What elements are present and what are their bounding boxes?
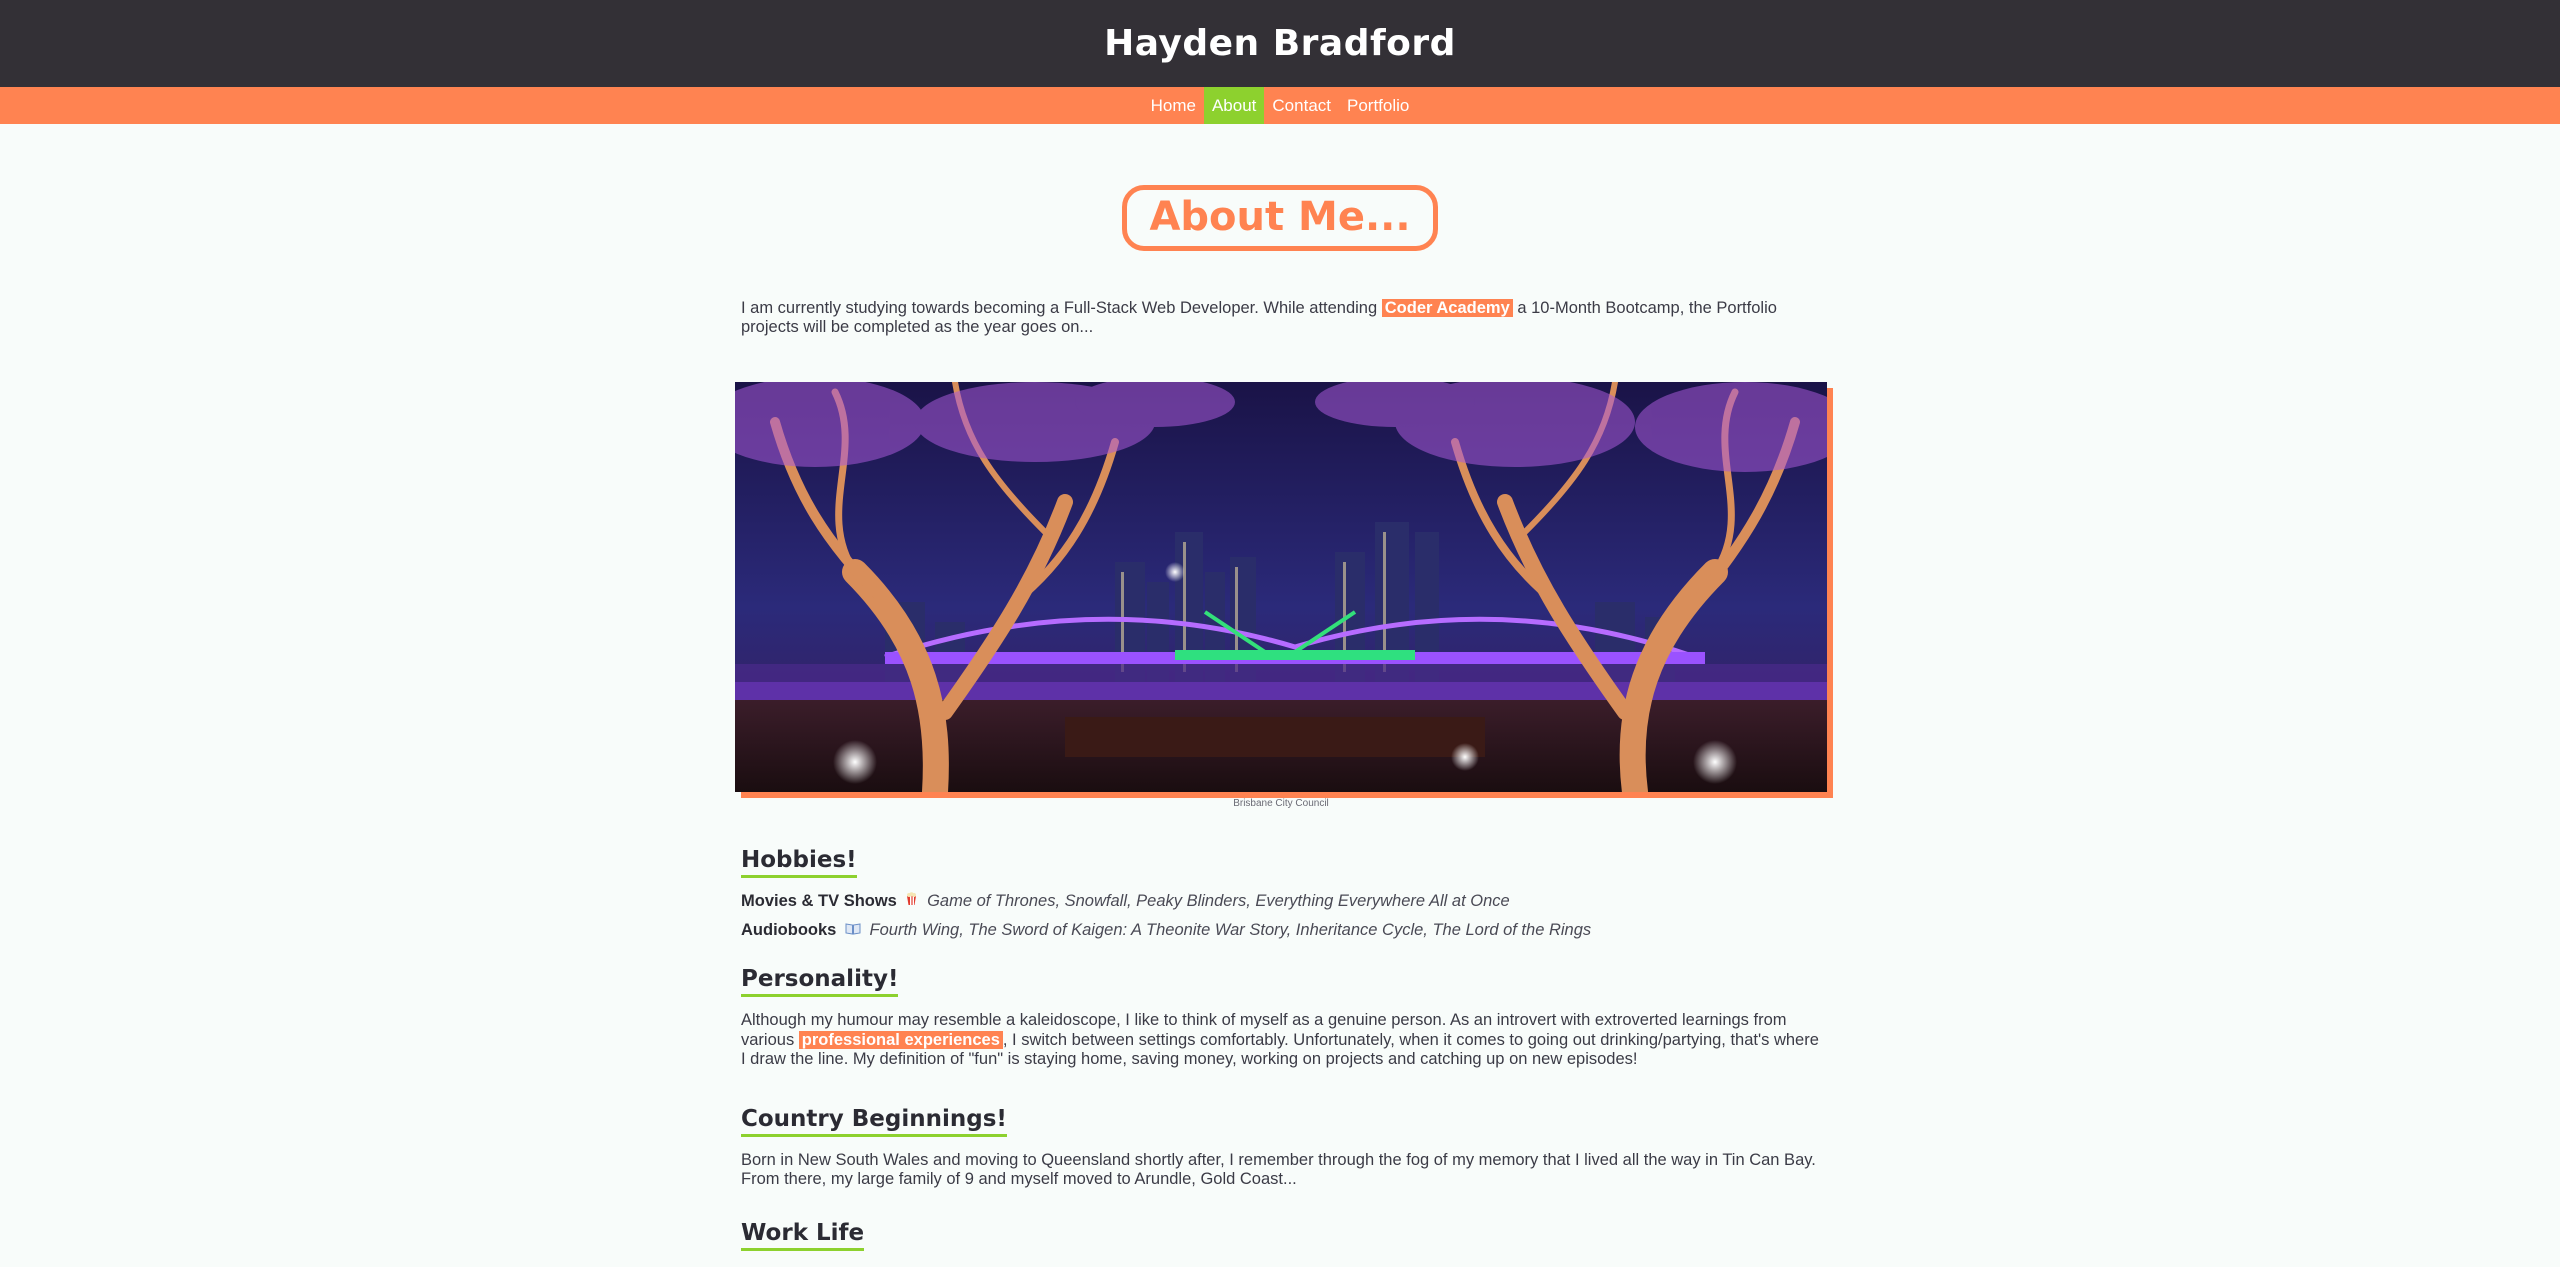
professional-experiences-highlight: professional experiences <box>798 1030 1003 1049</box>
popcorn-icon <box>905 892 918 911</box>
movies-list: Game of Thrones, Snowfall, Peaky Blinder… <box>927 892 1510 910</box>
worklife-heading: Work Life <box>741 1220 865 1251</box>
hobbies-heading: Hobbies! <box>741 847 857 878</box>
page-title: About Me... <box>1122 185 1438 251</box>
nav-about[interactable]: About <box>1203 87 1265 124</box>
site-header: Hayden Bradford <box>0 0 2560 87</box>
country-paragraph: Born in New South Wales and moving to Qu… <box>741 1150 1816 1189</box>
story-bridge-photo <box>735 382 1827 792</box>
nav-contact[interactable]: Contact <box>1264 87 1339 124</box>
personality-paragraph: Although my humour may resemble a kaleid… <box>741 1011 1825 1070</box>
hobby-audiobooks: Audiobooks Fourth Wing, The Sword of Kai… <box>741 921 1825 940</box>
hobbies-section: Hobbies! Movies & TV Shows Game of Thron… <box>741 847 1825 940</box>
site-title: Hayden Bradford <box>1104 23 1456 64</box>
photo-frame <box>735 382 1827 792</box>
main-nav: Home About Contact Portfolio <box>0 87 2560 124</box>
audiobooks-label: Audiobooks <box>741 921 837 939</box>
main-content: About Me... I am currently studying towa… <box>735 185 1827 1251</box>
movies-label: Movies & TV Shows <box>741 892 897 910</box>
nav-home[interactable]: Home <box>1143 87 1204 124</box>
feature-figure: Brisbane City Council <box>735 382 1833 809</box>
nav-portfolio[interactable]: Portfolio <box>1339 87 1417 124</box>
worklife-section: Work Life <box>741 1220 1825 1251</box>
book-icon <box>845 921 861 940</box>
personality-section: Personality! Although my humour may rese… <box>741 966 1825 1070</box>
intro-paragraph: I am currently studying towards becoming… <box>741 299 1825 337</box>
intro-text-start: I am currently studying towards becoming… <box>741 299 1382 317</box>
country-section: Country Beginnings! Born in New South Wa… <box>741 1106 1825 1190</box>
figure-caption: Brisbane City Council <box>1233 798 1329 809</box>
audiobooks-list: Fourth Wing, The Sword of Kaigen: A Theo… <box>869 921 1592 939</box>
country-heading: Country Beginnings! <box>741 1106 1007 1137</box>
coder-academy-highlight: Coder Academy <box>1381 299 1513 317</box>
hobby-movies: Movies & TV Shows Game of Thrones, Snowf… <box>741 892 1825 911</box>
personality-heading: Personality! <box>741 966 899 997</box>
